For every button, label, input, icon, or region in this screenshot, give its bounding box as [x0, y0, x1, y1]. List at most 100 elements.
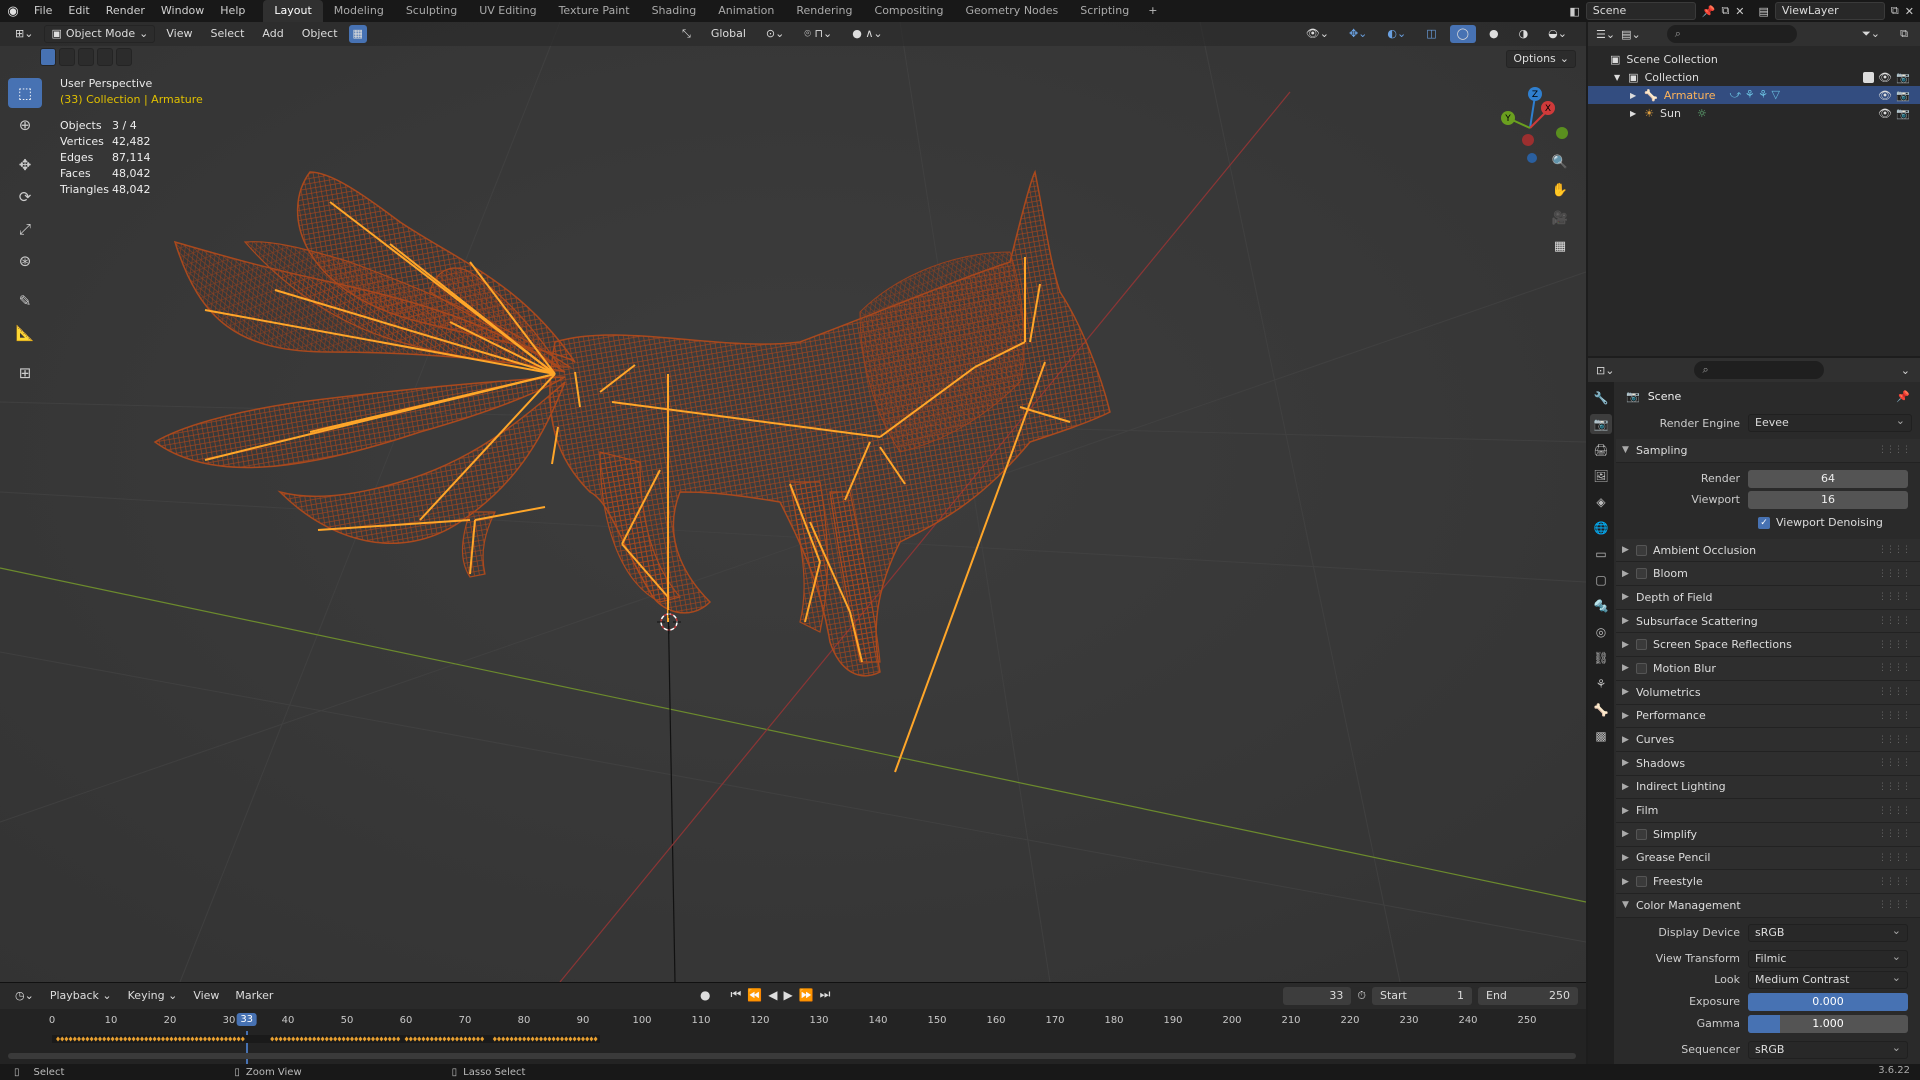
measure-tool-icon[interactable]: 📐 — [8, 318, 42, 348]
expand-collection-icon[interactable]: ▼ — [1614, 73, 1620, 82]
tab-uv-editing[interactable]: UV Editing — [468, 0, 547, 22]
zoom-icon[interactable]: 🔍 — [1547, 150, 1573, 174]
3d-viewport[interactable]: ⊞⌄ ▣ Object Mode ⌄ View Select Add Object… — [0, 22, 1586, 982]
collection-eye-icon[interactable]: 👁 — [1878, 71, 1892, 84]
bone-tab-icon[interactable]: 🦴 — [1590, 700, 1612, 720]
timeline-scrollbar[interactable] — [8, 1053, 1576, 1059]
scale-tool-icon[interactable]: ⤢ — [8, 214, 42, 244]
tab-rendering[interactable]: Rendering — [785, 0, 863, 22]
current-frame-field[interactable]: 33 — [1283, 987, 1352, 1005]
drag-grip-icon[interactable]: ⋮⋮⋮⋮ — [1878, 663, 1911, 673]
tab-modeling[interactable]: Modeling — [323, 0, 395, 22]
modifier-tab-icon[interactable]: 🔩 — [1590, 596, 1612, 616]
menu-view[interactable]: View — [159, 25, 199, 43]
jump-start-icon[interactable]: ⏮ — [730, 987, 741, 1002]
pivot-point-icon[interactable]: ⊙⌄ — [759, 25, 791, 43]
scene-icon[interactable]: ◧ — [1569, 5, 1579, 18]
tree-row-sun[interactable]: ▶ ☀ Sun ☼ 👁 📷 — [1588, 104, 1920, 122]
add-cube-tool-icon[interactable]: ⊞ — [8, 358, 42, 388]
current-frame-indicator[interactable]: 33 — [236, 1013, 258, 1026]
menu-object[interactable]: Object — [295, 25, 345, 43]
outliner-search-input[interactable]: ⌕ — [1666, 25, 1797, 43]
view-layer-icon[interactable]: ▤ — [1759, 5, 1769, 18]
drag-grip-icon[interactable]: ⋮⋮⋮⋮ — [1878, 782, 1911, 792]
drag-grip-icon[interactable]: ⋮⋮⋮⋮ — [1878, 616, 1911, 626]
menu-select[interactable]: Select — [203, 25, 251, 43]
constraint-tab-icon[interactable]: ⛓ — [1590, 648, 1612, 668]
viewport-samples-field[interactable]: 16 — [1748, 490, 1908, 509]
tab-scripting[interactable]: Scripting — [1069, 0, 1140, 22]
properties-editor-type-icon[interactable]: ⊡⌄ — [1596, 364, 1614, 377]
look-dropdown[interactable]: Medium Contrast — [1748, 970, 1908, 989]
play-icon[interactable]: ▶ — [783, 988, 792, 1002]
settings-panel-header[interactable]: ▶ Screen Space Reflections ⋮⋮⋮⋮ — [1616, 633, 1920, 658]
select-extend-icon[interactable] — [59, 48, 75, 66]
menu-render[interactable]: Render — [98, 0, 153, 22]
wireframe-shading-icon[interactable]: ◯ — [1449, 25, 1476, 43]
settings-panel-header[interactable]: ▶ Bloom ⋮⋮⋮⋮ — [1616, 562, 1920, 587]
delete-scene-icon[interactable]: ✕ — [1735, 5, 1744, 18]
tree-row-scene-collection[interactable]: ▣ Scene Collection — [1588, 50, 1920, 68]
menu-window[interactable]: Window — [153, 0, 212, 22]
transform-orientation-icon[interactable]: ⤡ — [675, 25, 698, 43]
tab-sculpting[interactable]: Sculpting — [395, 0, 468, 22]
drag-grip-icon[interactable]: ⋮⋮⋮⋮ — [1878, 545, 1911, 555]
pin-properties-icon[interactable]: 📌 — [1896, 390, 1910, 403]
render-engine-dropdown[interactable]: Eevee — [1748, 413, 1912, 432]
keyframe-strip[interactable] — [52, 1035, 600, 1043]
keying-menu[interactable]: Keying ⌄ — [121, 987, 185, 1005]
object-data-tab-icon[interactable]: ⚘ — [1590, 674, 1612, 694]
settings-panel-header[interactable]: ▶ Depth of Field ⋮⋮⋮⋮ — [1616, 586, 1920, 610]
filter-icon[interactable]: ⏷⌄ — [1862, 27, 1880, 41]
texture-tab-icon[interactable]: ▩ — [1590, 726, 1612, 746]
drag-grip-icon[interactable]: ⋮⋮⋮⋮ — [1878, 445, 1911, 455]
select-intersect-icon[interactable] — [116, 48, 132, 66]
sun-render-icon[interactable]: 📷 — [1896, 107, 1910, 120]
drag-grip-icon[interactable]: ⋮⋮⋮⋮ — [1878, 592, 1911, 602]
blender-logo-icon[interactable]: ◉ — [0, 0, 26, 22]
gamma-slider[interactable]: 1.000 — [1748, 1014, 1908, 1033]
view-layer-selector[interactable]: ViewLayer — [1774, 2, 1885, 20]
expand-sun-icon[interactable]: ▶ — [1630, 109, 1636, 118]
select-subtract-icon[interactable] — [78, 48, 94, 66]
menu-add[interactable]: Add — [255, 25, 290, 43]
drag-grip-icon[interactable]: ⋮⋮⋮⋮ — [1878, 900, 1911, 910]
play-reverse-icon[interactable]: ◀ — [768, 988, 777, 1002]
solid-shading-icon[interactable]: ● — [1482, 25, 1506, 43]
tab-shading[interactable]: Shading — [641, 0, 708, 22]
settings-panel-header[interactable]: ▶ Shadows ⋮⋮⋮⋮ — [1616, 751, 1920, 776]
armature-render-icon[interactable]: 📷 — [1896, 89, 1910, 102]
drag-grip-icon[interactable]: ⋮⋮⋮⋮ — [1878, 877, 1911, 887]
xray-icon[interactable]: ◫ — [1419, 25, 1443, 43]
snap-icon[interactable]: ⌾ ⊓⌄ — [797, 25, 839, 43]
sampling-panel-header[interactable]: ▼ Sampling ⋮⋮⋮⋮ — [1616, 439, 1920, 463]
pin-icon[interactable]: 📌 — [1702, 5, 1716, 18]
drag-grip-icon[interactable]: ⋮⋮⋮⋮ — [1878, 687, 1911, 697]
panel-enable-checkbox[interactable] — [1636, 639, 1647, 651]
frame-ruler[interactable]: 0 10 20 30 40 50 60 70 80 90 100 110 120 130 140 150 160… — [0, 1013, 1586, 1067]
tab-geometry-nodes[interactable]: Geometry Nodes — [954, 0, 1069, 22]
options-dropdown[interactable]: Options ⌄ — [1506, 50, 1576, 68]
panel-enable-checkbox[interactable] — [1636, 876, 1647, 888]
display-device-dropdown[interactable]: sRGB — [1748, 923, 1908, 942]
new-view-layer-icon[interactable]: ⧉ — [1891, 4, 1899, 18]
properties-options-icon[interactable]: ⌄ — [1901, 364, 1910, 377]
sequencer-dropdown[interactable]: sRGB — [1748, 1040, 1908, 1059]
marker-menu[interactable]: Marker — [228, 987, 280, 1005]
tree-row-collection[interactable]: ▼ ▣ Collection 👁 📷 — [1588, 68, 1920, 86]
settings-panel-header[interactable]: ▶ Indirect Lighting ⋮⋮⋮⋮ — [1616, 775, 1920, 800]
timeline-editor-type-icon[interactable]: ◷⌄ — [8, 987, 41, 1005]
menu-file[interactable]: File — [26, 0, 60, 22]
view-transform-dropdown[interactable]: Filmic — [1748, 949, 1908, 968]
cursor-tool-icon[interactable]: ⊕ — [8, 110, 42, 140]
sun-eye-icon[interactable]: 👁 — [1878, 107, 1892, 120]
outliner[interactable]: ☰⌄ ▤⌄ ⌕ ⏷⌄ ⧉ ▣ Scene Collection ▼ ▣ Coll… — [1588, 22, 1920, 356]
color-management-panel-header[interactable]: ▼ Color Management ⋮⋮⋮⋮ — [1616, 894, 1920, 918]
next-keyframe-icon[interactable]: ⏩ — [799, 988, 814, 1002]
render-tab-icon[interactable]: 📷 — [1590, 414, 1612, 434]
panel-enable-checkbox[interactable] — [1636, 544, 1647, 556]
view-layer-tab-icon[interactable]: 🖼 — [1590, 466, 1612, 486]
settings-panel-header[interactable]: ▶ Simplify ⋮⋮⋮⋮ — [1616, 822, 1920, 847]
select-box-tool-icon[interactable]: ⬚ — [8, 78, 42, 108]
panel-enable-checkbox[interactable] — [1636, 828, 1647, 840]
